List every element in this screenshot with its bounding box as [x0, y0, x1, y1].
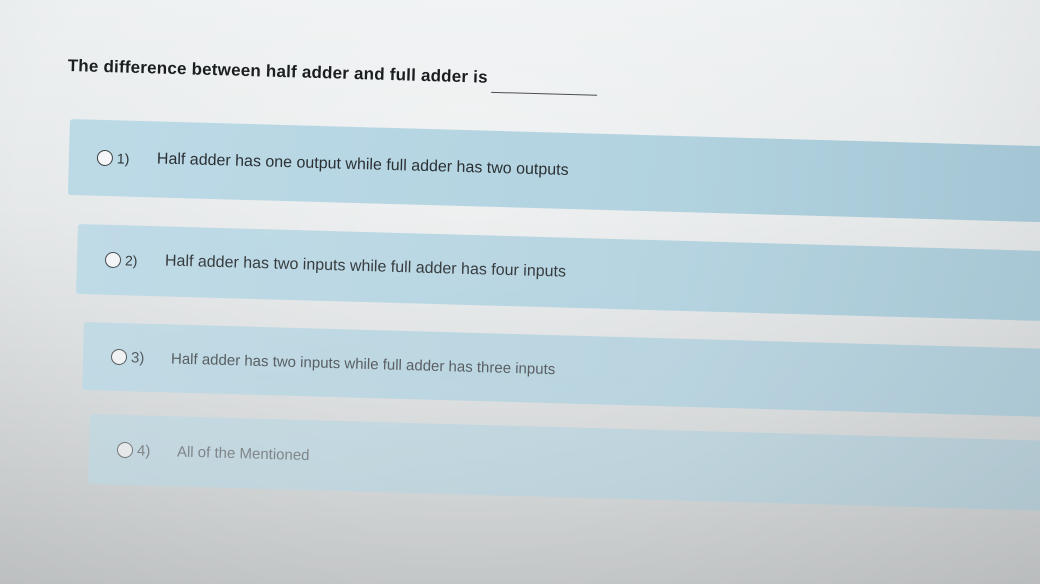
- option-label: Half adder has two inputs while full add…: [170, 349, 556, 378]
- option-3[interactable]: 3) Half adder has two inputs while full …: [82, 322, 1040, 418]
- question: The difference between half adder and fu…: [67, 56, 708, 124]
- radio-button-icon[interactable]: [116, 441, 134, 459]
- option-4[interactable]: 4) All of the Mentioned: [88, 414, 1040, 512]
- option-number: 3): [130, 348, 145, 367]
- option-number: 4): [136, 441, 151, 460]
- answer-blank: [491, 91, 598, 96]
- option-2[interactable]: 2) Half adder has two inputs while full …: [76, 224, 1040, 322]
- option-1[interactable]: 1) Half adder has one output while full …: [67, 119, 1040, 223]
- option-label: Half adder has one output while full add…: [156, 150, 569, 179]
- option-number: 1): [116, 150, 130, 167]
- radio-button-icon[interactable]: [110, 348, 128, 366]
- radio-button-icon[interactable]: [104, 251, 122, 269]
- option-label: Half adder has two inputs while full add…: [164, 252, 567, 281]
- option-number: 2): [124, 252, 138, 269]
- radio-button-icon[interactable]: [96, 149, 114, 167]
- question-text: The difference between half adder and fu…: [67, 56, 489, 87]
- option-label: All of the Mentioned: [176, 442, 310, 464]
